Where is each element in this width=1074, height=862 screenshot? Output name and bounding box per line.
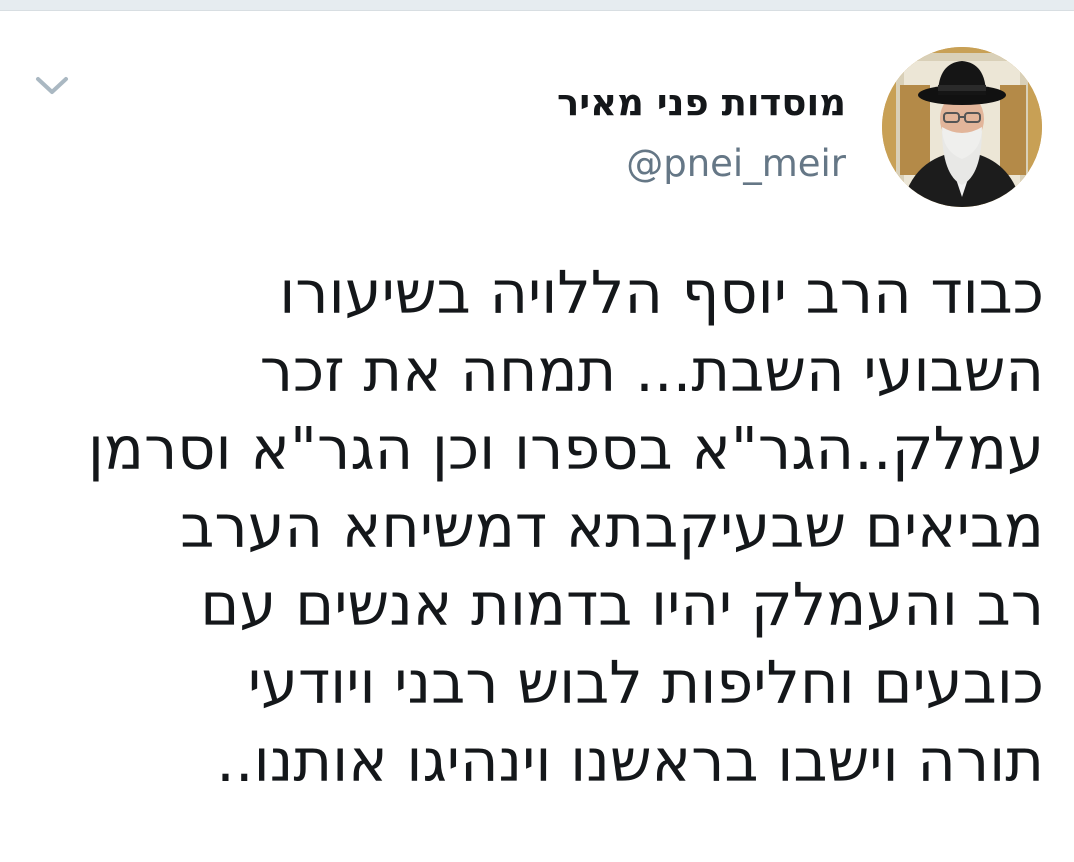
display-name[interactable]: מוסדות פני מאיר — [557, 81, 846, 124]
tweet-line: מביאים שבעיקבתא דמשיחא הערב — [180, 492, 1044, 561]
chevron-down-icon — [36, 77, 68, 94]
tweet-line: עמלק..הגר"א בספרו וכן הגר"א וסרמן — [87, 414, 1044, 483]
tweet-line: כובעים וחליפות לבוש רבני ויודעי — [247, 648, 1044, 717]
tweet-line: תורה וישבו בראשנו וינהיגו אותנו.. — [216, 726, 1044, 795]
avatar[interactable] — [882, 47, 1042, 207]
top-divider — [0, 0, 1074, 11]
user-handle[interactable]: @pnei_meir — [626, 142, 846, 185]
tweet-menu-button[interactable] — [32, 71, 72, 101]
tweet-card: מוסדות פני מאיר @pnei_meir כבוד הרב יוסף… — [0, 11, 1074, 862]
tweet-line: רב והעמלק יהיו בדמות אנשים עם — [200, 570, 1044, 639]
profile-photo-icon — [882, 47, 1042, 207]
tweet-line: כבוד הרב יוסף הללויה בשיעורו — [279, 258, 1044, 327]
tweet-line: השבועי השבת... תמחה את זכר — [259, 336, 1044, 405]
tweet-text: כבוד הרב יוסף הללויה בשיעורו השבועי השבת… — [34, 254, 1044, 800]
